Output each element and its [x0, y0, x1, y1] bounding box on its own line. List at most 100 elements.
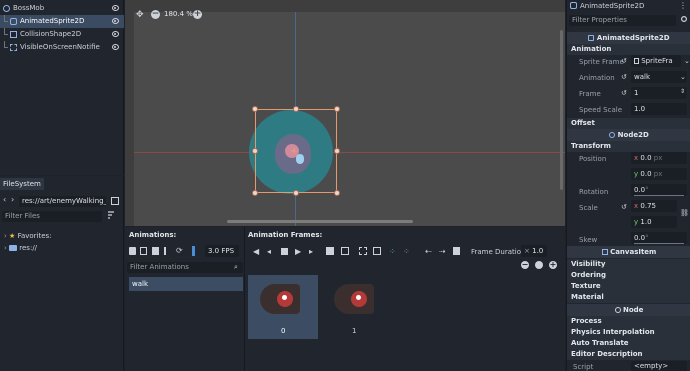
scale-y-field[interactable]: y 1.0: [631, 216, 677, 228]
path-field[interactable]: res://art/enemyWalking_1.: [19, 196, 106, 207]
filter-animations-input[interactable]: Filter Animations: [127, 262, 243, 273]
animation-frames-label: Animation Frames:: [248, 231, 323, 239]
res-folder-item[interactable]: › res://: [4, 243, 124, 254]
sort-icon[interactable]: [107, 211, 115, 219]
forward-arrow-icon[interactable]: ›: [11, 195, 14, 204]
split-view-icon[interactable]: [111, 197, 119, 205]
add-frames-from-sheet-icon[interactable]: [341, 247, 349, 255]
duplicate-animation-icon[interactable]: [140, 247, 147, 255]
horizontal-scrollbar[interactable]: [227, 220, 413, 223]
tree-item-animatedsprite2d[interactable]: AnimatedSprite2D: [0, 15, 124, 28]
spin-arrows-icon[interactable]: ⇕: [680, 88, 685, 95]
section-ordering[interactable]: Ordering: [567, 270, 690, 281]
favorites-item[interactable]: › ★ Favorites:: [4, 231, 124, 242]
paste-frame-icon[interactable]: [373, 247, 381, 255]
resize-handle[interactable]: [334, 190, 340, 196]
tree-item-visibleonscreennotifier[interactable]: VisibleOnScreenNotifie: [0, 41, 124, 54]
move-handle-icon[interactable]: ✥: [136, 10, 144, 20]
revert-icon[interactable]: ↺: [621, 89, 627, 97]
back-arrow-icon[interactable]: ‹: [3, 195, 6, 204]
frame-duration-field[interactable]: × 1.0: [521, 245, 547, 257]
insert-before-icon[interactable]: ⁘: [389, 247, 396, 256]
tree-item-collisionshape2d[interactable]: CollisionShape2D: [0, 28, 124, 41]
fps-field[interactable]: 3.0 FPS: [205, 245, 239, 257]
play-backwards-icon[interactable]: ◂: [267, 247, 271, 256]
tree-item-bossmob[interactable]: BossMob: [0, 2, 124, 15]
resize-handle[interactable]: [334, 148, 340, 154]
play-icon[interactable]: ▶: [295, 247, 301, 256]
zoom-out-icon[interactable]: −: [151, 10, 160, 19]
link-icon[interactable]: ⛓: [680, 209, 689, 217]
inspector-node-name[interactable]: AnimatedSprite2D: [580, 2, 644, 10]
resize-handle[interactable]: [293, 190, 299, 196]
vertical-scrollbar[interactable]: [560, 30, 563, 190]
zoom-reset-frames-icon[interactable]: [535, 261, 543, 269]
section-visibility[interactable]: Visibility: [567, 259, 690, 270]
visibility-eye-icon[interactable]: [112, 44, 119, 50]
tab-filesystem[interactable]: FileSystem: [0, 178, 44, 190]
resize-handle[interactable]: [252, 148, 258, 154]
revert-icon[interactable]: ↺: [621, 203, 627, 211]
section-process[interactable]: Process: [567, 316, 690, 327]
section-offset[interactable]: Offset: [567, 118, 690, 129]
delete-frame-icon[interactable]: [453, 247, 460, 255]
play-backwards-from-end-icon[interactable]: ◀: [253, 247, 259, 256]
script-field[interactable]: <empty>: [631, 361, 687, 371]
class-header-node2d[interactable]: Node2D: [567, 129, 690, 141]
filter-properties-input[interactable]: Filter Properties: [569, 15, 676, 26]
new-animation-icon[interactable]: [129, 247, 136, 255]
frame-spinbox[interactable]: 1: [631, 87, 687, 99]
filter-animations-placeholder: Filter Animations: [130, 263, 189, 271]
class-header-animatedsprite2d[interactable]: AnimatedSprite2D: [567, 32, 690, 44]
revert-icon[interactable]: ↺: [621, 73, 627, 81]
stop-icon[interactable]: [281, 248, 288, 255]
delete-animation-icon[interactable]: [152, 247, 159, 255]
rotation-slider[interactable]: [634, 195, 684, 196]
loop-icon[interactable]: ⟳: [176, 246, 183, 255]
class-header-node[interactable]: Node: [567, 304, 690, 316]
section-physics-interpolation[interactable]: Physics Interpolation: [567, 327, 690, 338]
animation-list-item-walk[interactable]: walk: [129, 277, 243, 291]
dropdown-chevron-icon[interactable]: ⌄: [684, 57, 690, 65]
resize-handle[interactable]: [252, 106, 258, 112]
scale-x-field[interactable]: x 0.75: [631, 200, 677, 212]
sprite-frames-field[interactable]: SpriteFra: [631, 55, 681, 67]
pivot-icon[interactable]: +: [290, 147, 298, 157]
speed-scale-field[interactable]: 1.0: [631, 103, 687, 115]
animation-select[interactable]: walk: [631, 71, 687, 83]
autoplay-icon[interactable]: [164, 247, 171, 255]
revert-icon[interactable]: ↺: [621, 57, 627, 65]
resize-handle[interactable]: [293, 106, 299, 112]
visibility-eye-icon[interactable]: [112, 5, 119, 11]
canvas-viewport[interactable]: ✥ − 180.4 % + +: [125, 0, 565, 226]
visibility-eye-icon[interactable]: [112, 31, 119, 37]
section-animation[interactable]: Animation: [567, 44, 690, 55]
copy-frame-icon[interactable]: [359, 247, 367, 255]
skew-slider[interactable]: [634, 243, 684, 244]
class-header-canvasitem[interactable]: CanvasItem: [567, 246, 690, 258]
section-transform[interactable]: Transform: [567, 141, 690, 152]
section-auto-translate[interactable]: Auto Translate: [567, 338, 690, 349]
frame-thumbnail-0[interactable]: 0: [248, 275, 318, 339]
position-y-field[interactable]: y 0.0 px: [631, 168, 687, 180]
section-editor-description[interactable]: Editor Description: [567, 349, 690, 360]
resize-handle[interactable]: [334, 106, 340, 112]
insert-after-icon[interactable]: ⁘: [403, 247, 410, 256]
section-material[interactable]: Material: [567, 292, 690, 303]
zoom-in-icon[interactable]: +: [193, 10, 202, 19]
frame-thumbnail-1[interactable]: 1: [322, 275, 386, 339]
zoom-level[interactable]: 180.4 %: [164, 10, 193, 18]
zoom-in-frames-icon[interactable]: +: [549, 261, 557, 269]
section-texture[interactable]: Texture: [567, 281, 690, 292]
add-frame-from-file-icon[interactable]: [326, 247, 334, 255]
visibility-eye-icon[interactable]: [112, 18, 119, 24]
play-from-end-icon[interactable]: ▸: [309, 247, 313, 256]
more-options-icon[interactable]: ⋮: [679, 1, 687, 10]
move-right-icon[interactable]: ⇢: [439, 247, 446, 256]
zoom-out-frames-icon[interactable]: −: [521, 261, 529, 269]
filter-files-input[interactable]: Filter Files: [2, 211, 102, 222]
resize-handle[interactable]: [252, 190, 258, 196]
settings-icon[interactable]: [680, 15, 688, 25]
position-x-field[interactable]: x 0.0 px: [631, 152, 687, 164]
move-left-icon[interactable]: ⇠: [425, 247, 432, 256]
